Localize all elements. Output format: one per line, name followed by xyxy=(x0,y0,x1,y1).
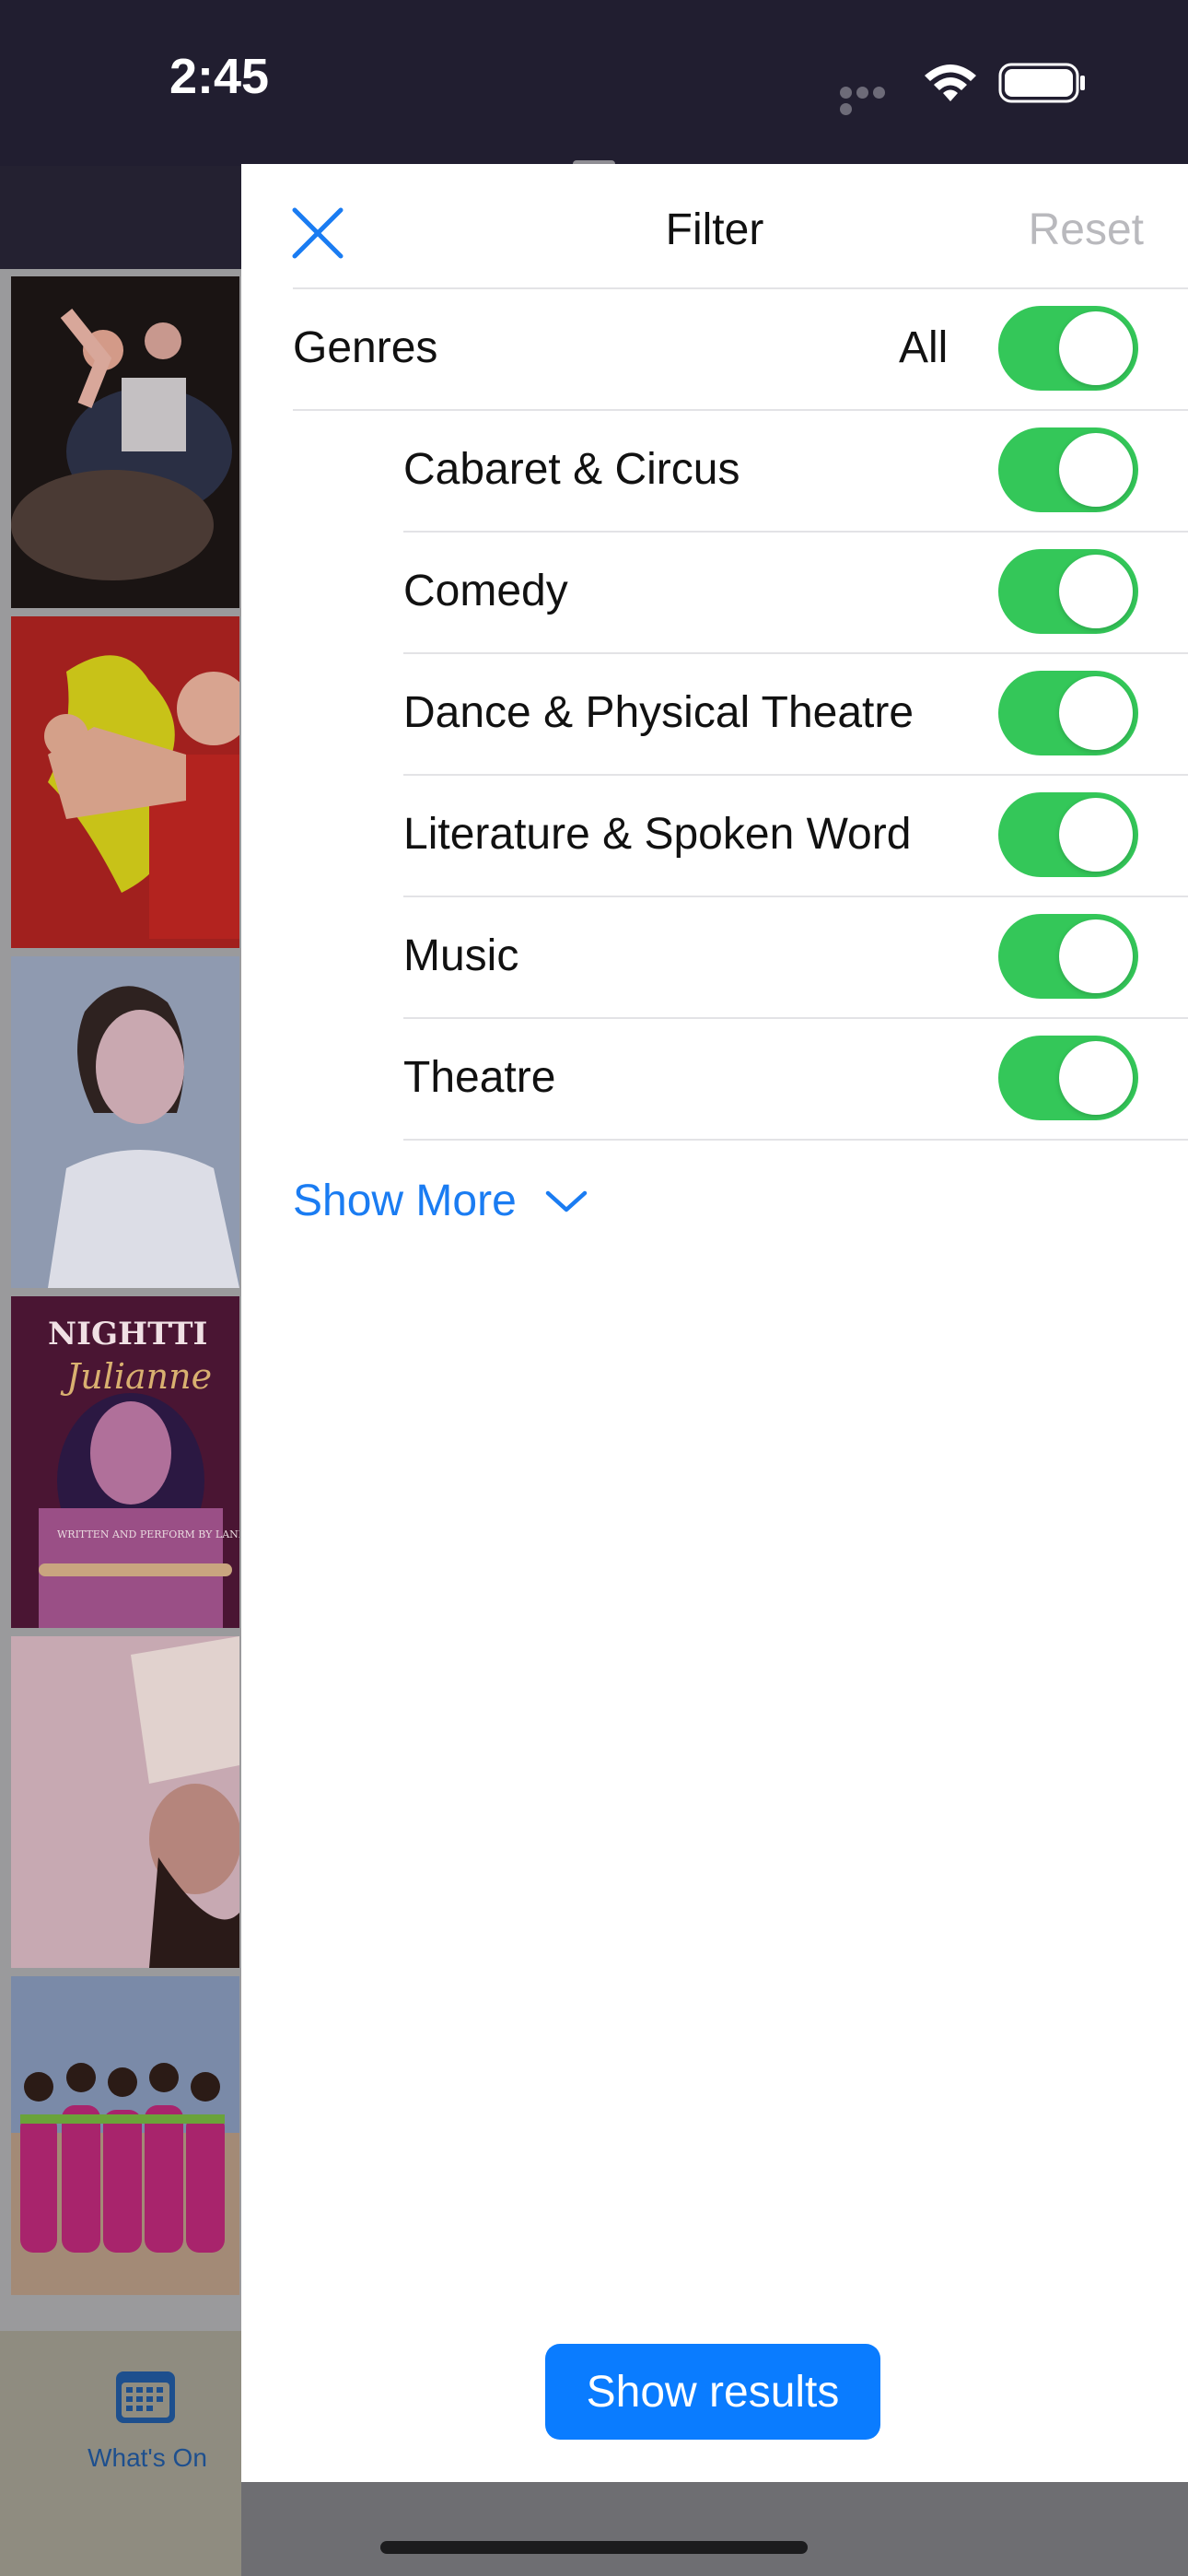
status-bar: 2:45 xyxy=(0,0,1188,166)
divider xyxy=(403,774,1188,776)
divider xyxy=(293,287,1188,289)
genres-label: Genres xyxy=(293,323,438,372)
divider xyxy=(403,896,1188,897)
genre-toggle-music[interactable] xyxy=(998,914,1138,999)
divider xyxy=(293,409,1188,411)
event-thumbnail[interactable] xyxy=(11,1976,239,2295)
event-thumbnail[interactable] xyxy=(11,276,239,608)
reset-button[interactable]: Reset xyxy=(1029,205,1144,255)
show-more-button[interactable]: Show More xyxy=(293,1176,588,1226)
genre-toggle-literature[interactable] xyxy=(998,792,1138,877)
genre-label-theatre: Theatre xyxy=(403,1053,556,1102)
genre-toggle-cabaret[interactable] xyxy=(998,427,1138,512)
background-event-list: NIGHTTI Julianne WRITTEN AND PERFORM BY … xyxy=(0,269,241,2379)
status-time: 2:45 xyxy=(169,49,270,104)
all-label: All xyxy=(899,323,949,372)
divider xyxy=(403,1017,1188,1019)
cellular-signal-icon xyxy=(840,87,904,115)
show-results-button[interactable]: Show results xyxy=(545,2344,880,2440)
divider xyxy=(403,1139,1188,1141)
genre-label-literature: Literature & Spoken Word xyxy=(403,810,912,859)
wifi-icon xyxy=(925,64,976,101)
genres-all-toggle[interactable] xyxy=(998,306,1138,391)
divider xyxy=(403,531,1188,533)
home-indicator xyxy=(380,2541,808,2554)
event-thumbnail[interactable]: NIGHTTI Julianne WRITTEN AND PERFORM BY … xyxy=(11,1296,239,1628)
genre-label-music: Music xyxy=(403,931,519,980)
genre-toggle-theatre[interactable] xyxy=(998,1036,1138,1120)
genre-label-cabaret: Cabaret & Circus xyxy=(403,445,740,494)
event-thumbnail[interactable] xyxy=(11,616,239,948)
tab-whats-on[interactable]: What's On xyxy=(55,2443,239,2473)
genre-toggle-comedy[interactable] xyxy=(998,549,1138,634)
divider xyxy=(403,652,1188,654)
show-more-label: Show More xyxy=(293,1177,517,1225)
poster-credit: WRITTEN AND PERFORM BY LANI GOBALUZA xyxy=(57,1528,239,1540)
genre-toggle-dance[interactable] xyxy=(998,671,1138,755)
battery-icon xyxy=(998,63,1085,103)
genre-label-comedy: Comedy xyxy=(403,567,568,615)
event-thumbnail[interactable] xyxy=(11,956,239,1288)
filter-sheet: Filter Reset Genres All Cabaret & Circus… xyxy=(241,164,1188,2482)
genre-label-dance: Dance & Physical Theatre xyxy=(403,688,914,737)
chevron-down-icon xyxy=(545,1190,588,1212)
calendar-icon[interactable] xyxy=(114,2368,177,2425)
poster-title: NIGHTTI xyxy=(48,1316,207,1352)
poster-subtitle: Julianne xyxy=(60,1356,212,1397)
event-thumbnail[interactable] xyxy=(11,1636,239,1968)
